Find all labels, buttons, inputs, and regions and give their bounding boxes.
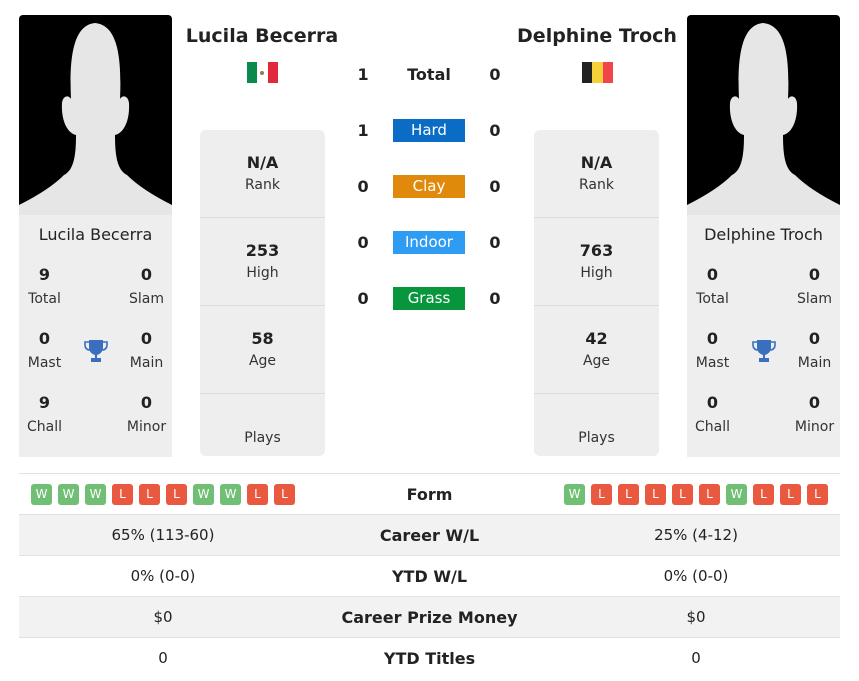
player2-rank: N/A Rank — [534, 130, 659, 218]
player1-career-wl: 65% (113-60) — [111, 526, 215, 544]
player1-photo — [19, 15, 172, 215]
form-win-badge[interactable]: W — [31, 483, 52, 505]
player2-photo — [687, 15, 840, 215]
h2h-grass-row: 0 Grass 0 — [349, 287, 509, 310]
player2-ytd-wl: 0% (0-0) — [663, 567, 729, 585]
form-win-badge[interactable]: W — [726, 483, 747, 505]
h2h-indoor-p1: 0 — [357, 233, 369, 252]
h2h-clay-row: 0 Clay 0 — [349, 175, 509, 198]
player1-card-name[interactable]: Lucila Becerra — [19, 215, 172, 255]
form-win-badge[interactable]: W — [85, 483, 106, 505]
h2h-total-p2: 0 — [489, 65, 501, 84]
player2-age: 42 Age — [534, 306, 659, 394]
form-loss-badge[interactable]: L — [753, 483, 774, 505]
form-loss-badge[interactable]: L — [618, 483, 639, 505]
player1-form: WWWLLLWWLL — [19, 483, 307, 505]
h2h-total-row: 1 Total 0 — [349, 63, 509, 86]
surface-grass-badge[interactable]: Grass — [393, 287, 465, 310]
form-loss-badge[interactable]: L — [274, 483, 295, 505]
player2-title-total: 0 Total — [696, 265, 729, 307]
form-loss-badge[interactable]: L — [645, 483, 666, 505]
form-win-badge[interactable]: W — [220, 483, 241, 505]
form-win-badge[interactable]: W — [564, 483, 585, 505]
player1-rank: N/A Rank — [200, 130, 325, 218]
player1-prize-money: $0 — [153, 608, 173, 626]
player2-title-slam: 0 Slam — [797, 265, 832, 307]
form-loss-badge[interactable]: L — [672, 483, 693, 505]
form-loss-badge[interactable]: L — [699, 483, 720, 505]
stats-table: WWWLLLWWLL Form WLLLLLWLLL 65% (113-60) … — [19, 473, 840, 678]
player1-title-total: 9 Total — [28, 265, 61, 307]
player1-title-minor: 0 Minor — [126, 393, 167, 435]
player2-plays: Plays — [578, 430, 615, 446]
player2-name[interactable]: Delphine Troch — [507, 25, 687, 47]
career-wl-label: Career W/L — [379, 525, 480, 545]
player1-card: Lucila Becerra 9 Total 0 Slam 0 Mast 0 Main … — [19, 215, 172, 457]
player1-title-mast: 0 Mast — [27, 329, 62, 371]
form-win-badge[interactable]: W — [193, 483, 214, 505]
h2h-grass-p1: 0 — [357, 289, 369, 308]
form-label: Form — [406, 484, 453, 504]
stats-row-ytd-titles: 0 YTD Titles 0 — [19, 637, 840, 678]
player2-title-chall: 0 Chall — [694, 393, 730, 435]
player1-name[interactable]: Lucila Becerra — [172, 25, 352, 47]
player2-form: WLLLLLWLLL — [552, 483, 840, 505]
player1-title-main: 0 Main — [129, 329, 164, 371]
h2h-indoor-p2: 0 — [489, 233, 501, 252]
form-row: WWWLLLWWLL Form WLLLLLWLLL — [19, 473, 840, 514]
player2-title-mast: 0 Mast — [695, 329, 730, 371]
surface-indoor-badge[interactable]: Indoor — [393, 231, 465, 254]
player2-career-wl: 25% (4-12) — [654, 526, 738, 544]
h2h-hard-p2: 0 — [489, 121, 501, 140]
ytd-wl-label: YTD W/L — [391, 566, 468, 586]
silhouette-icon — [19, 23, 172, 215]
ytd-titles-label: YTD Titles — [383, 648, 476, 668]
form-loss-badge[interactable]: L — [112, 483, 133, 505]
trophy-icon — [70, 319, 121, 383]
h2h-total-label: Total — [407, 65, 451, 84]
h2h-clay-p1: 0 — [357, 177, 369, 196]
player2-info-card: N/A Rank 763 High 42 Age Plays — [534, 130, 659, 456]
h2h-total-p1: 1 — [357, 65, 369, 84]
form-loss-badge[interactable]: L — [780, 483, 801, 505]
player1-titles-grid: 9 Total 0 Slam 0 Mast 0 Main 9 Chall 0 Minor — [19, 255, 172, 447]
h2h-hard-row: 1 Hard 0 — [349, 119, 509, 142]
h2h-grass-p2: 0 — [489, 289, 501, 308]
player2-card-name[interactable]: Delphine Troch — [687, 215, 840, 255]
player2-prize-money: $0 — [686, 608, 706, 626]
player1-ytd-titles: 0 — [158, 649, 168, 667]
h2h-hard-p1: 1 — [357, 121, 369, 140]
form-loss-badge[interactable]: L — [591, 483, 612, 505]
player2-high: 763 High — [534, 218, 659, 306]
surface-hard-badge[interactable]: Hard — [393, 119, 465, 142]
player2-card: Delphine Troch 0 Total 0 Slam 0 Mast 0 Main … — [687, 215, 840, 457]
stats-row-ytd-wl: 0% (0-0) YTD W/L 0% (0-0) — [19, 555, 840, 596]
form-loss-badge[interactable]: L — [247, 483, 268, 505]
stats-row-prize-money: $0 Career Prize Money $0 — [19, 596, 840, 637]
form-loss-badge[interactable]: L — [166, 483, 187, 505]
player2-title-minor: 0 Minor — [794, 393, 835, 435]
silhouette-icon — [687, 23, 840, 215]
h2h-indoor-row: 0 Indoor 0 — [349, 231, 509, 254]
h2h-clay-p2: 0 — [489, 177, 501, 196]
form-loss-badge[interactable]: L — [807, 483, 828, 505]
player1-title-slam: 0 Slam — [129, 265, 164, 307]
prize-money-label: Career Prize Money — [341, 607, 518, 627]
surface-clay-badge[interactable]: Clay — [393, 175, 465, 198]
player2-ytd-titles: 0 — [691, 649, 701, 667]
form-win-badge[interactable]: W — [58, 483, 79, 505]
belgium-flag-icon — [582, 62, 613, 83]
player1-info-card: N/A Rank 253 High 58 Age Plays — [200, 130, 325, 456]
player1-title-chall: 9 Chall — [26, 393, 62, 435]
player2-titles-grid: 0 Total 0 Slam 0 Mast 0 Main 0 Chall 0 Minor — [687, 255, 840, 447]
player1-age: 58 Age — [200, 306, 325, 394]
player1-high: 253 High — [200, 218, 325, 306]
form-loss-badge[interactable]: L — [139, 483, 160, 505]
player1-plays: Plays — [244, 430, 281, 446]
mexico-flag-icon — [247, 62, 278, 83]
stats-row-career-wl: 65% (113-60) Career W/L 25% (4-12) — [19, 514, 840, 555]
player2-title-main: 0 Main — [797, 329, 832, 371]
player1-ytd-wl: 0% (0-0) — [130, 567, 196, 585]
trophy-icon — [738, 319, 789, 383]
